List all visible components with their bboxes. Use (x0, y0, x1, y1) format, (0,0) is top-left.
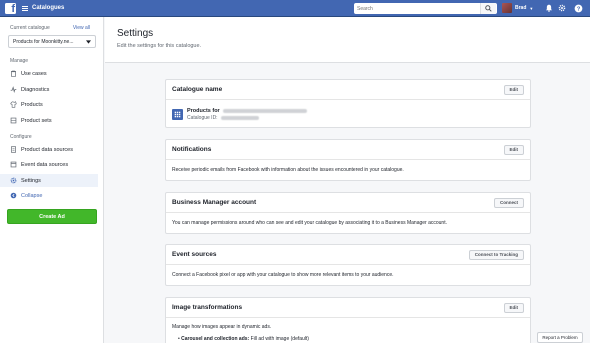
settings-gear-icon[interactable] (557, 3, 567, 13)
app-title[interactable]: Catalogues (32, 5, 64, 11)
products-icon (9, 101, 17, 109)
product-sets-icon (9, 117, 17, 125)
sidebar-item-label: Settings (21, 177, 41, 184)
card-body: Receive periodic emails from Facebook wi… (172, 167, 404, 173)
catalogue-id-label: Catalogue ID: (187, 114, 218, 121)
sidebar-item-collapse[interactable]: Collapse (0, 189, 98, 202)
user-name[interactable]: Brad (515, 5, 526, 11)
card-title: Business Manager account (172, 199, 257, 206)
image-transformations-description: Manage how images appear in dynamic ads. (172, 324, 272, 330)
search-button[interactable] (480, 3, 496, 14)
image-transformations-card: Image transformations Edit Manage how im… (165, 297, 531, 343)
page-header: Settings Edit the settings for this cata… (105, 17, 590, 63)
sidebar-item-label: Products (21, 101, 43, 108)
help-question-icon[interactable]: ? (573, 3, 583, 13)
bullet-value: Fill ad with image (default) (250, 336, 309, 342)
card-title: Catalogue name (172, 86, 223, 93)
edit-button[interactable]: Edit (503, 144, 524, 155)
facebook-logo-icon[interactable]: f (5, 2, 16, 14)
sidebar-item-use-cases[interactable]: Use cases (0, 67, 98, 80)
sidebar-item-label: Use cases (21, 70, 47, 77)
catalogue-select-value: Products for Moonkitty.ne... (13, 38, 74, 45)
use-cases-icon (9, 70, 17, 78)
catalogue-select[interactable]: Products for Moonkitty.ne... (8, 35, 96, 48)
sidebar-item-label: Collapse (21, 192, 43, 199)
sidebar-item-product-data-sources[interactable]: Product data sources (0, 143, 98, 156)
product-data-sources-icon (9, 146, 17, 154)
card-body: Connect a Facebook pixel or app with you… (172, 272, 394, 278)
configure-section-label: Configure (10, 134, 32, 140)
event-sources-card: Event sources Connect to Tracking Connec… (165, 244, 531, 286)
edit-button[interactable]: Edit (503, 302, 524, 313)
avatar[interactable] (502, 3, 512, 13)
card-title: Notifications (172, 146, 212, 153)
card-header: Catalogue name Edit (166, 80, 530, 100)
create-ad-button[interactable]: Create Ad (7, 209, 97, 224)
connect-to-tracking-button[interactable]: Connect to Tracking (468, 249, 524, 260)
sidebar-item-label: Product data sources (21, 146, 73, 153)
page-subtitle: Edit the settings for this catalogue. (117, 43, 202, 49)
current-catalogue-header: Current catalogue View all (10, 25, 90, 31)
card-body: You can manage permissions around who ca… (172, 220, 447, 226)
sidebar-item-event-data-sources[interactable]: Event data sources (0, 158, 98, 171)
report-problem-button[interactable]: Report a Problem (537, 332, 583, 343)
redacted-catalogue-name (222, 108, 307, 113)
bullet-label: Carousel and collection ads: (181, 336, 250, 342)
catalogue-name-card: Catalogue name Edit Products for Catalog… (165, 79, 531, 128)
caret-down-icon (86, 39, 91, 44)
sidebar: Current catalogue View all Products for … (0, 17, 104, 343)
search-box (354, 3, 497, 14)
card-header: Business Manager account Connect (166, 193, 530, 213)
card-title: Event sources (172, 251, 217, 258)
manage-section-label: Manage (10, 58, 29, 64)
page-title: Settings (117, 28, 154, 39)
list-item: • Carousel and collection ads: Fill ad w… (178, 336, 309, 342)
notifications-card: Notifications Edit Receive periodic emai… (165, 139, 531, 181)
sidebar-item-label: Event data sources (21, 161, 69, 168)
sidebar-item-label: Diagnostics (21, 86, 50, 93)
collapse-icon (9, 192, 17, 200)
catalogue-name-text: Products for (187, 107, 220, 114)
sidebar-item-product-sets[interactable]: Product sets (0, 114, 98, 127)
card-title: Image transformations (172, 304, 243, 311)
catalogue-info: Products for Catalogue ID: (187, 108, 307, 121)
chevron-down-icon[interactable]: ▼ (529, 6, 533, 11)
redacted-catalogue-id (220, 115, 259, 120)
user-menu[interactable]: Brad ▼ (502, 3, 533, 13)
current-catalogue-label: Current catalogue (10, 25, 50, 31)
card-body: Manage how images appear in dynamic ads.… (166, 318, 530, 342)
sidebar-item-label: Product sets (21, 117, 52, 124)
sidebar-item-diagnostics[interactable]: Diagnostics (0, 83, 98, 96)
hamburger-menu-icon[interactable] (22, 5, 28, 11)
search-icon (485, 5, 492, 12)
sidebar-item-products[interactable]: Products (0, 98, 98, 111)
catalogue-grid-icon (172, 108, 183, 120)
notifications-bell-icon[interactable] (544, 3, 554, 13)
connect-button[interactable]: Connect (494, 197, 524, 208)
search-input[interactable] (354, 3, 480, 14)
business-manager-card: Business Manager account Connect You can… (165, 192, 531, 234)
sidebar-item-settings[interactable]: Settings (0, 174, 98, 187)
event-data-sources-icon (9, 161, 17, 169)
card-header: Notifications Edit (166, 140, 530, 160)
gear-icon (9, 177, 17, 185)
card-header: Event sources Connect to Tracking (166, 245, 530, 265)
view-all-link[interactable]: View all (73, 25, 90, 31)
edit-button[interactable]: Edit (503, 84, 524, 95)
diagnostics-icon (9, 86, 17, 94)
card-header: Image transformations Edit (166, 298, 530, 318)
card-body: Products for Catalogue ID: (166, 100, 530, 128)
svg-text:?: ? (576, 6, 580, 12)
